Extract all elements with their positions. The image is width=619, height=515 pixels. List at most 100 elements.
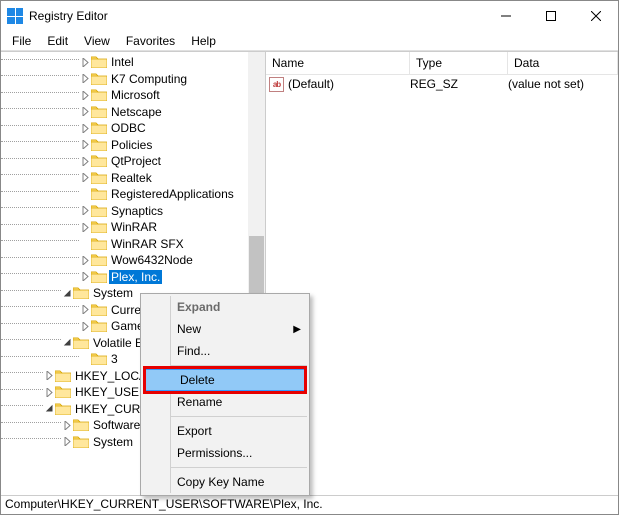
tree-item-label: WinRAR [109,220,159,234]
chevron-down-icon[interactable] [43,401,55,417]
maximize-button[interactable] [528,1,573,31]
folder-icon [55,385,71,399]
menu-favorites[interactable]: Favorites [119,33,182,49]
tree-item-label: Synaptics [109,204,165,218]
menu-view[interactable]: View [77,33,117,49]
regedit-app-icon [7,8,23,24]
chevron-right-icon[interactable] [61,434,73,450]
tree-item[interactable]: Microsoft [1,87,265,104]
row-type: REG_SZ [410,77,508,91]
status-bar: Computer\HKEY_CURRENT_USER\SOFTWARE\Plex… [1,495,618,514]
chevron-right-icon[interactable] [79,170,91,186]
tree-item-label: QtProject [109,154,163,168]
chevron-right-icon[interactable] [61,417,73,433]
tree-leaf-spacer [79,236,91,252]
ctx-new-label: New [177,322,201,336]
chevron-down-icon[interactable] [61,285,73,301]
tree-item[interactable]: WinRAR SFX [1,236,265,253]
ctx-rename[interactable]: Rename [171,391,307,413]
tree-item[interactable]: WinRAR [1,219,265,236]
tree-item-label: Netscape [109,105,164,119]
tree-leaf-spacer [79,186,91,202]
title-bar: Registry Editor [1,1,618,31]
tree-item-label: Plex, Inc. [109,270,162,284]
chevron-right-icon[interactable] [43,384,55,400]
ctx-delete-label: Delete [180,373,215,387]
tree-leaf-spacer [79,351,91,367]
tree-item[interactable]: Synaptics [1,203,265,220]
folder-icon [91,171,107,185]
tree-item-label: RegisteredApplications [109,187,236,201]
chevron-right-icon[interactable] [79,219,91,235]
menu-help[interactable]: Help [184,33,223,49]
chevron-right-icon[interactable] [79,302,91,318]
tree-item[interactable]: Netscape [1,104,265,121]
col-header-type[interactable]: Type [410,52,508,74]
chevron-right-icon[interactable] [79,71,91,87]
list-pane[interactable]: Name Type Data ab (Default) REG_SZ (valu… [266,52,618,495]
folder-icon [91,270,107,284]
ctx-find[interactable]: Find... [171,340,307,362]
chevron-right-icon[interactable] [79,120,91,136]
tree-item-label: Intel [109,55,136,69]
tree-item-label: Policies [109,138,154,152]
menu-file[interactable]: File [5,33,38,49]
chevron-down-icon[interactable] [61,335,73,351]
col-header-data[interactable]: Data [508,52,618,74]
chevron-right-icon[interactable] [79,269,91,285]
tree-item-label: WinRAR SFX [109,237,186,251]
ctx-expand[interactable]: Expand [171,296,307,318]
folder-icon [73,286,89,300]
folder-icon [91,352,107,366]
tree-item[interactable]: ODBC [1,120,265,137]
chevron-right-icon[interactable] [79,54,91,70]
ctx-permissions[interactable]: Permissions... [171,442,307,464]
folder-icon [91,121,107,135]
chevron-right-icon[interactable] [79,104,91,120]
folder-icon [73,336,89,350]
ctx-delete[interactable]: Delete [143,369,307,391]
tree-item-label: System [91,286,135,300]
list-header[interactable]: Name Type Data [266,52,618,75]
chevron-right-icon[interactable] [79,153,91,169]
col-header-name[interactable]: Name [266,52,410,74]
chevron-right-icon[interactable] [79,137,91,153]
folder-icon [91,237,107,251]
folder-icon [73,435,89,449]
tree-item-label: 3 [109,352,120,366]
folder-icon [91,72,107,86]
tree-item[interactable]: K7 Computing [1,71,265,88]
list-row[interactable]: ab (Default) REG_SZ (value not set) [266,75,618,93]
tree-item[interactable]: Plex, Inc. [1,269,265,286]
tree-item[interactable]: Realtek [1,170,265,187]
ctx-export[interactable]: Export [171,420,307,442]
chevron-right-icon[interactable] [79,87,91,103]
folder-icon [91,204,107,218]
chevron-right-icon[interactable] [79,318,91,334]
tree-item-label: Wow6432Node [109,253,195,267]
chevron-right-icon[interactable] [43,368,55,384]
folder-icon [55,402,71,416]
tree-item-label: K7 Computing [109,72,189,86]
chevron-right-icon[interactable] [79,203,91,219]
folder-icon [91,220,107,234]
ctx-copy-key-name[interactable]: Copy Key Name [171,471,307,493]
tree-item[interactable]: Wow6432Node [1,252,265,269]
tree-item[interactable]: Intel [1,54,265,71]
folder-icon [91,105,107,119]
ctx-new[interactable]: New ▶ [171,318,307,340]
tree-item[interactable]: RegisteredApplications [1,186,265,203]
chevron-right-icon[interactable] [79,252,91,268]
tree-item-label: Realtek [109,171,154,185]
close-button[interactable] [573,1,618,31]
tree-item[interactable]: Policies [1,137,265,154]
folder-icon [91,55,107,69]
tree-item[interactable]: QtProject [1,153,265,170]
menu-bar: File Edit View Favorites Help [1,31,618,51]
folder-icon [91,319,107,333]
folder-icon [91,187,107,201]
minimize-button[interactable] [483,1,528,31]
context-menu: Expand New ▶ Find... Delete Rename Expor… [140,293,310,496]
row-data: (value not set) [508,77,618,91]
menu-edit[interactable]: Edit [40,33,75,49]
